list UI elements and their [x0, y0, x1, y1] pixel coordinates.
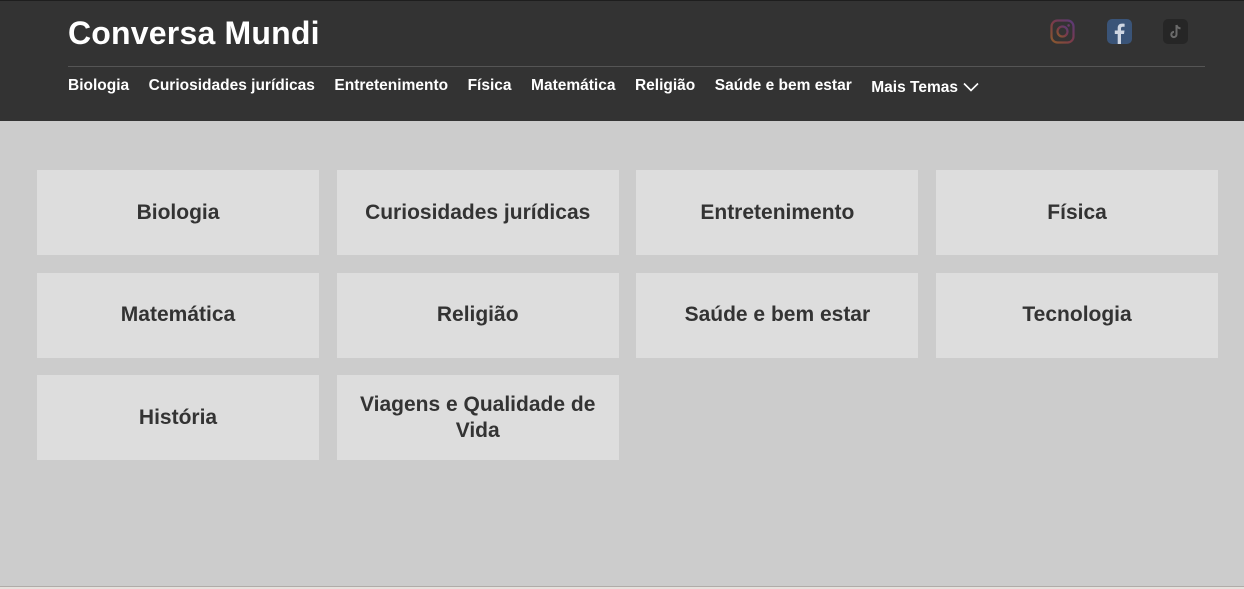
- nav-item-biologia[interactable]: Biologia: [68, 77, 129, 95]
- nav-item-curiosidades-juridicas[interactable]: Curiosidades jurídicas: [149, 77, 315, 95]
- instagram-icon[interactable]: [1050, 19, 1075, 44]
- topic-card-religiao[interactable]: Religião: [336, 272, 619, 358]
- nav-more-label: Mais Temas: [871, 79, 958, 96]
- topic-card-curiosidades-juridicas[interactable]: Curiosidades jurídicas: [336, 170, 619, 255]
- tiktok-icon[interactable]: [1163, 19, 1188, 44]
- site-header: Conversa Mundi Biologia Curiosidades jur…: [0, 0, 1244, 121]
- nav-item-matematica[interactable]: Matemática: [531, 77, 615, 95]
- topic-card-matematica[interactable]: Matemática: [37, 272, 319, 358]
- header-divider: [68, 66, 1205, 67]
- topic-card-label: Saúde e bem estar: [684, 303, 871, 327]
- site-title[interactable]: Conversa Mundi: [68, 15, 320, 52]
- topic-card-saude[interactable]: Saúde e bem estar: [636, 272, 919, 358]
- topic-card-label: Entretenimento: [700, 200, 855, 224]
- facebook-icon[interactable]: [1107, 19, 1132, 44]
- nav-more-themes-dropdown[interactable]: Mais Temas: [871, 79, 979, 97]
- topic-card-label: Matemática: [120, 303, 236, 327]
- topic-grid: Biologia Curiosidades jurídicas Entreten…: [37, 170, 1219, 461]
- nav-item-fisica[interactable]: Física: [468, 77, 512, 95]
- topic-card-viagens[interactable]: Viagens e Qualidade de Vida: [336, 375, 619, 461]
- topic-card-historia[interactable]: História: [37, 375, 319, 461]
- topic-card-label: Curiosidades jurídicas: [365, 200, 591, 224]
- nav-item-saude[interactable]: Saúde e bem estar: [715, 77, 852, 95]
- topic-card-label: Tecnologia: [1022, 303, 1132, 327]
- chevron-down-icon: [963, 82, 979, 92]
- topic-card-biologia[interactable]: Biologia: [37, 170, 319, 255]
- topic-card-label: Biologia: [136, 200, 220, 224]
- topic-card-tecnologia[interactable]: Tecnologia: [936, 272, 1219, 358]
- topic-card-label: Física: [1047, 200, 1107, 224]
- topic-card-entretenimento[interactable]: Entretenimento: [636, 170, 919, 255]
- topic-card-label: Viagens e Qualidade de Vida: [360, 392, 596, 442]
- main-nav: Biologia Curiosidades jurídicas Entreten…: [68, 76, 979, 96]
- topic-card-label: Religião: [436, 303, 519, 327]
- nav-item-religiao[interactable]: Religião: [635, 77, 695, 95]
- nav-item-entretenimento[interactable]: Entretenimento: [334, 77, 448, 95]
- topic-card-fisica[interactable]: Física: [936, 170, 1219, 255]
- topic-card-label: História: [138, 405, 218, 429]
